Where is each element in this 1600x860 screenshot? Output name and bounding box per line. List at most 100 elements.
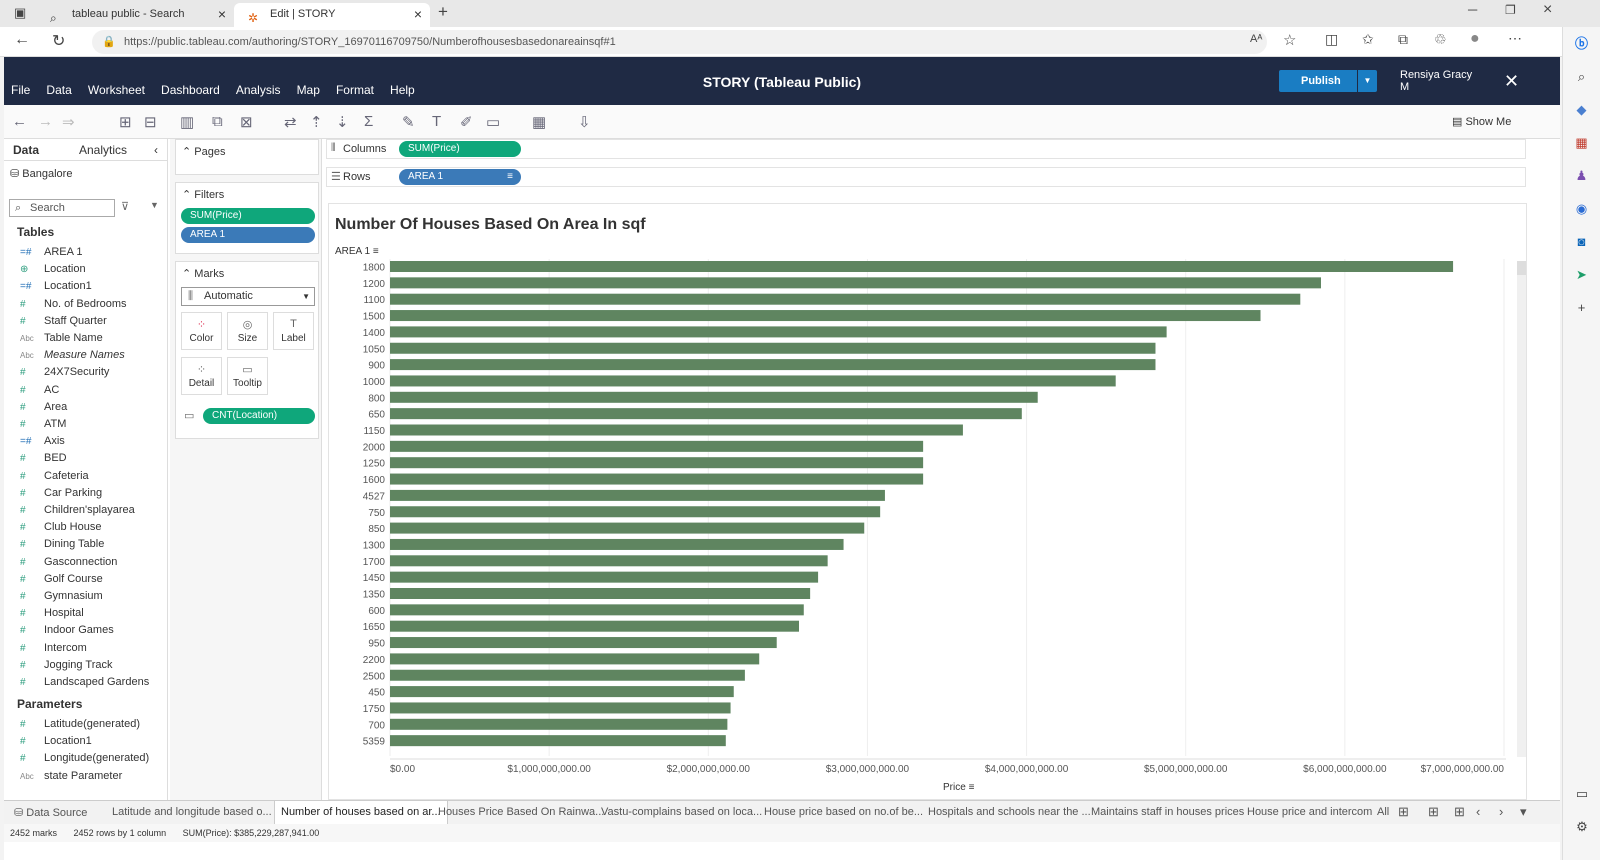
color-button[interactable]: ⁘ Color [181,312,222,350]
bar[interactable] [390,555,828,567]
field-item[interactable]: Gasconnection [44,554,117,571]
size-button[interactable]: ◎ Size [227,312,268,350]
x-axis-header[interactable]: Price ≡ [943,782,974,793]
vertical-scrollbar[interactable] [1517,261,1526,757]
filter-pill-sum-price[interactable]: SUM(Price) [181,208,315,224]
pause-updates-icon[interactable]: ⊟ [144,113,157,131]
new-worksheet-icon[interactable]: ▥ [180,113,194,131]
restore-icon[interactable]: ❐ [1505,3,1516,17]
refresh-icon[interactable]: ↻ [52,31,65,51]
bar[interactable] [390,538,844,550]
bar[interactable] [390,440,924,452]
field-item[interactable]: Cafeteria [44,468,89,485]
detail-button[interactable]: ⁘ Detail [181,357,222,395]
more-options-icon[interactable]: ⋯ [1508,30,1522,47]
field-item[interactable]: Location1 [44,733,92,750]
field-item[interactable]: BED [44,450,67,467]
new-sheet-icon[interactable]: ⊞ [1398,804,1409,820]
toolbox-icon[interactable]: ▦ [1563,126,1600,159]
bar[interactable] [390,473,924,485]
field-item[interactable]: AC [44,382,59,399]
label-button[interactable]: T Label [273,312,314,350]
field-item[interactable]: Gymnasium [44,588,103,605]
field-item[interactable]: Children'splayarea [44,502,135,519]
bar[interactable] [390,326,1167,338]
mark-type-select[interactable]: ⫼ Automatic ▼ [181,287,315,306]
extensions-icon[interactable]: ♲ [1434,31,1447,48]
new-story-icon[interactable]: ⊞ [1454,804,1465,820]
bar[interactable] [390,391,1038,403]
browser-tab-search[interactable]: ⌕ tableau public - Search × [36,3,234,27]
minimize-icon[interactable]: ─ [1468,2,1477,17]
bar[interactable] [390,718,728,730]
tab-scroll-left-icon[interactable]: ‹ [1476,804,1480,819]
settings-gear-icon[interactable]: ⚙ [1563,810,1600,843]
field-item[interactable]: Indoor Games [44,622,114,639]
bar[interactable] [390,522,865,534]
field-item[interactable]: Staff Quarter [44,313,107,330]
fit-icon[interactable]: ▭ [486,113,500,131]
sheet-tab[interactable]: Houses Price Based On Rainwa... [438,806,604,818]
send-icon[interactable]: ➤ [1563,258,1600,291]
field-item[interactable]: Latitude(generated) [44,716,140,733]
data-source-name[interactable]: ⛁ Bangalore [10,167,72,180]
replay-icon[interactable]: ⇒ [62,113,75,131]
download-icon[interactable]: ⇩ [578,113,591,131]
field-item[interactable]: No. of Bedrooms [44,296,127,313]
tooltip-button[interactable]: ▭ Tooltip [227,357,268,395]
field-item[interactable]: Longitude(generated) [44,750,149,767]
field-item[interactable]: Dining Table [44,536,104,553]
copilot-icon[interactable]: ⓑ [1563,27,1600,60]
sheet-tab[interactable]: All [1377,806,1389,818]
search-icon[interactable]: ⌕ [1563,60,1600,93]
shopping-tag-icon[interactable]: ◆ [1563,93,1600,126]
bar[interactable] [390,604,804,616]
bar[interactable] [390,620,799,632]
bar[interactable] [390,375,1116,387]
tab-actions-icon[interactable]: ▣ [14,5,26,21]
show-cards-icon[interactable]: ▦ [532,113,546,131]
favorite-star-icon[interactable]: ☆ [1283,31,1296,49]
collapse-chevron-icon[interactable]: ‹ [154,143,158,157]
field-item[interactable]: Intercom [44,640,87,657]
field-item[interactable]: Golf Course [44,571,103,588]
bar[interactable] [390,702,731,714]
sort-ascending-icon[interactable]: ⇡ [310,113,323,131]
collections-icon[interactable]: ⧉ [1398,31,1408,48]
field-item[interactable]: AREA 1 [44,244,83,261]
data-source-tab[interactable]: ⛁ Data Source [14,806,87,819]
profile-avatar-icon[interactable]: ● [1470,30,1480,48]
field-item[interactable]: Jogging Track [44,657,112,674]
tab-scroll-right-icon[interactable]: › [1499,804,1503,819]
show-me-button[interactable]: ▤ Show Me [1452,115,1511,128]
bar[interactable] [390,457,924,469]
close-icon[interactable]: ✕ [1504,71,1519,92]
field-item[interactable]: Axis [44,433,65,450]
duplicate-sheet-icon[interactable]: ⧉ [212,113,223,130]
bar[interactable] [390,588,811,599]
back-arrow-icon[interactable]: ← [14,31,30,49]
y-axis-header[interactable]: AREA 1 ≡ [335,246,379,257]
field-item[interactable]: Hospital [44,605,84,622]
new-dashboard-icon[interactable]: ⊞ [1428,804,1439,820]
labels-icon[interactable]: T [432,113,441,130]
format-icon[interactable]: ✐ [460,113,473,131]
microsoft365-icon[interactable]: ◉ [1563,192,1600,225]
new-tab-icon[interactable]: + [438,2,448,22]
sheet-tab[interactable]: House price based on no.of be... [764,806,923,818]
totals-sigma-icon[interactable]: Σ [364,113,373,130]
bar[interactable] [390,261,1454,272]
sheet-tab[interactable]: Number of houses based on ar... [274,801,448,825]
sheet-tab[interactable]: House price and intercom [1247,806,1372,818]
sheet-tab[interactable]: Hospitals and schools near the ... [928,806,1091,818]
bar[interactable] [390,489,885,501]
undo-icon[interactable]: ← [12,113,27,130]
window-close-icon[interactable]: × [1543,1,1552,19]
redo-icon[interactable]: → [38,113,53,130]
outlook-icon[interactable]: ◙ [1563,225,1600,258]
sheet-tab[interactable]: Latitude and longitude based o... [112,806,272,818]
marks-pill-cnt-location[interactable]: CNT(Location) [203,408,315,424]
bar[interactable] [390,669,745,681]
chevron-down-icon[interactable]: ▼ [1357,70,1377,92]
bar[interactable] [390,637,777,649]
